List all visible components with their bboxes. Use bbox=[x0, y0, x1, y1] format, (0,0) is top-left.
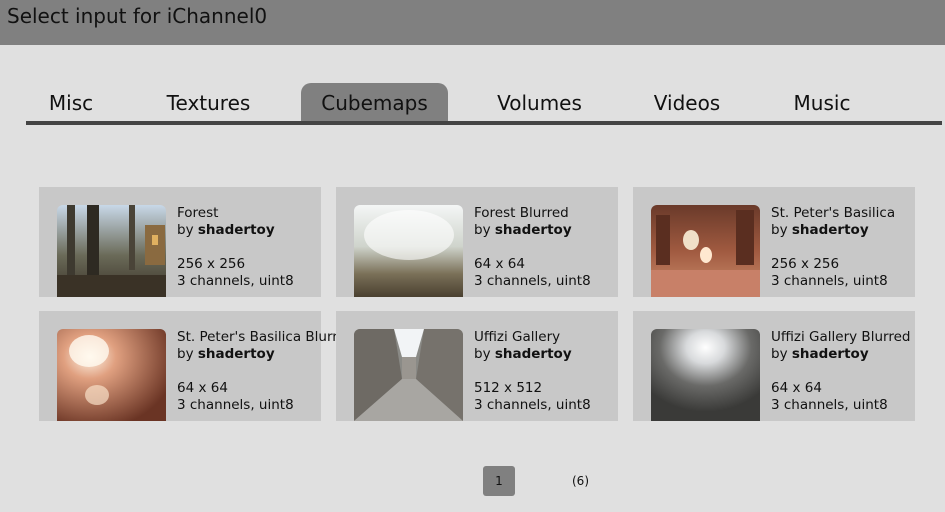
card-author: by shadertoy bbox=[771, 346, 869, 362]
cubemap-card-uffizi-gallery[interactable]: Uffizi Gallery by shadertoy 512 x 512 3 … bbox=[336, 311, 618, 421]
tab-misc[interactable]: Misc bbox=[26, 83, 116, 121]
cubemap-card-st-peters-basilica-blurred[interactable]: St. Peter's Basilica Blurred by shaderto… bbox=[39, 311, 354, 421]
card-title: Uffizi Gallery bbox=[474, 329, 561, 345]
card-size: 512 x 512 bbox=[474, 380, 543, 396]
cubemap-card-st-peters-basilica[interactable]: St. Peter's Basilica by shadertoy 256 x … bbox=[633, 187, 915, 297]
card-info: Forest Blurred by shadertoy 64 x 64 3 ch… bbox=[474, 205, 591, 290]
card-title: St. Peter's Basilica Blurred bbox=[177, 329, 355, 345]
card-size: 64 x 64 bbox=[177, 380, 228, 396]
page-count: (6) bbox=[572, 474, 589, 488]
tab-music[interactable]: Music bbox=[786, 83, 858, 121]
uffizi-thumbnail bbox=[354, 329, 463, 421]
page-1-button[interactable]: 1 bbox=[483, 466, 515, 496]
card-author: by shadertoy bbox=[177, 222, 275, 238]
tab-volumes[interactable]: Volumes bbox=[486, 83, 593, 121]
tab-cubemaps[interactable]: Cubemaps bbox=[301, 83, 448, 121]
card-author: by shadertoy bbox=[177, 346, 275, 362]
dialog-title: Select input for iChannel0 bbox=[0, 0, 945, 45]
forest-thumbnail bbox=[57, 205, 166, 297]
card-format: 3 channels, uint8 bbox=[177, 273, 294, 289]
card-format: 3 channels, uint8 bbox=[177, 397, 294, 413]
card-info: St. Peter's Basilica by shadertoy 256 x … bbox=[771, 205, 895, 290]
card-format: 3 channels, uint8 bbox=[771, 273, 888, 289]
card-size: 256 x 256 bbox=[771, 256, 840, 272]
cubemap-card-forest-blurred[interactable]: Forest Blurred by shadertoy 64 x 64 3 ch… bbox=[336, 187, 618, 297]
card-size: 64 x 64 bbox=[474, 256, 525, 272]
card-title: Uffizi Gallery Blurred bbox=[771, 329, 911, 345]
card-author: by shadertoy bbox=[474, 346, 572, 362]
card-format: 3 channels, uint8 bbox=[474, 397, 591, 413]
card-info: Uffizi Gallery by shadertoy 512 x 512 3 … bbox=[474, 329, 591, 414]
card-author: by shadertoy bbox=[771, 222, 869, 238]
tab-videos[interactable]: Videos bbox=[643, 83, 731, 121]
card-info: Forest by shadertoy 256 x 256 3 channels… bbox=[177, 205, 294, 290]
cubemap-card-forest[interactable]: Forest by shadertoy 256 x 256 3 channels… bbox=[39, 187, 321, 297]
card-format: 3 channels, uint8 bbox=[474, 273, 591, 289]
card-title: St. Peter's Basilica bbox=[771, 205, 896, 221]
card-size: 64 x 64 bbox=[771, 380, 822, 396]
card-title: Forest bbox=[177, 205, 219, 221]
tab-textures[interactable]: Textures bbox=[156, 83, 261, 121]
card-format: 3 channels, uint8 bbox=[771, 397, 888, 413]
card-size: 256 x 256 bbox=[177, 256, 246, 272]
category-tabs: Misc Textures Cubemaps Volumes Videos Mu… bbox=[26, 83, 942, 125]
uffizi-blurred-thumbnail bbox=[651, 329, 760, 421]
cubemap-card-uffizi-gallery-blurred[interactable]: Uffizi Gallery Blurred by shadertoy 64 x… bbox=[633, 311, 915, 421]
forest-blurred-thumbnail bbox=[354, 205, 463, 297]
card-title: Forest Blurred bbox=[474, 205, 569, 221]
st-peters-blurred-thumbnail bbox=[57, 329, 166, 421]
card-info: St. Peter's Basilica Blurred by shaderto… bbox=[177, 329, 354, 414]
card-author: by shadertoy bbox=[474, 222, 572, 238]
card-info: Uffizi Gallery Blurred by shadertoy 64 x… bbox=[771, 329, 910, 414]
st-peters-thumbnail bbox=[651, 205, 760, 297]
